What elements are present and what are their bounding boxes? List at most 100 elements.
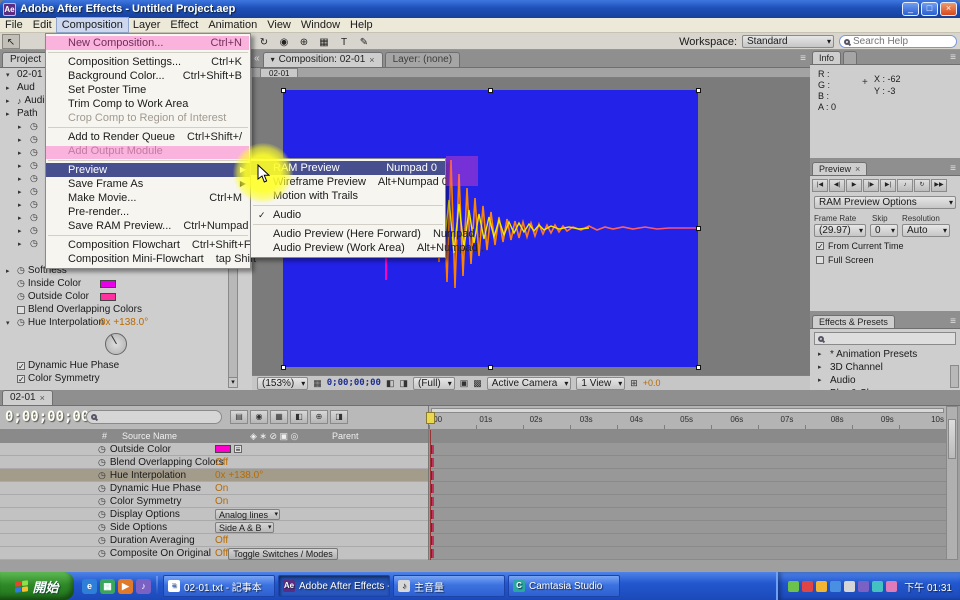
submenu-item-ram-preview[interactable]: RAM PreviewNumpad 0 [251, 161, 445, 175]
stopwatch-icon[interactable]: ◷ [98, 535, 106, 546]
motion-blur-icon[interactable]: ◧ [290, 410, 308, 424]
pen-tool-icon[interactable]: ✎ [355, 34, 373, 49]
menu-composition[interactable]: Composition [57, 18, 128, 32]
next-frame-button[interactable]: |▶ [863, 179, 879, 192]
property-row-blend-overlap[interactable]: ◷ Blend Overlapping Colors Off [0, 456, 428, 469]
stopwatch-icon[interactable]: ◷ [98, 509, 106, 520]
first-frame-button[interactable]: |◀ [812, 179, 828, 192]
property-color-symmetry[interactable]: ✓ Color Symmetry [0, 372, 238, 385]
menu-view[interactable]: View [262, 18, 296, 32]
stopwatch-icon[interactable]: ◷ [17, 265, 25, 276]
minimize-button[interactable]: _ [902, 2, 919, 16]
workspace-dropdown[interactable]: Standard [742, 35, 834, 48]
keyframe-marker[interactable] [431, 497, 434, 506]
graph-editor-icon[interactable]: ◨ [330, 410, 348, 424]
property-row-duration-averaging[interactable]: ◷ Duration Averaging Off [0, 534, 428, 547]
prev-frame-button[interactable]: ◀| [829, 179, 845, 192]
keyframe-marker[interactable] [431, 523, 434, 532]
keyframe-marker[interactable] [431, 484, 434, 493]
show-snapshot-icon[interactable]: ◨ [399, 378, 408, 389]
camera-dropdown[interactable]: Active Camera [487, 377, 572, 390]
viewer-minitab[interactable]: 02-01 [260, 68, 298, 77]
submenu-item-motion-with-trails[interactable]: Motion with Trails [251, 189, 445, 203]
stopwatch-icon[interactable]: ◷ [98, 470, 106, 481]
stopwatch-icon[interactable]: ◷ [98, 496, 106, 507]
menu-animation[interactable]: Animation [203, 18, 262, 32]
tab-menu-icon[interactable]: ▾ [271, 53, 275, 67]
skip-dropdown[interactable]: 0 [870, 224, 898, 237]
from-current-time-row[interactable]: ✓ From Current Time [810, 237, 960, 251]
restore-button[interactable]: □ [921, 2, 938, 16]
current-time-display[interactable]: 0;00;00;00 [5, 409, 89, 425]
property-row-outside-color[interactable]: ◷ Outside Color ≡ [0, 443, 428, 456]
menu-item-trim-comp[interactable]: Trim Comp to Work Area [46, 97, 250, 111]
menu-item-make-movie[interactable]: Make Movie...Ctrl+M [46, 191, 250, 205]
panel-menu-icon[interactable]: ≡ [950, 163, 956, 174]
magnification-dropdown[interactable]: (153%) [257, 377, 308, 390]
timeline-tracks[interactable] [428, 443, 946, 560]
help-search-input[interactable] [853, 36, 943, 47]
display-options-dropdown[interactable]: Analog lines [215, 509, 280, 520]
help-search[interactable] [839, 35, 957, 48]
scroll-down-icon[interactable]: ▾ [229, 377, 237, 387]
keyframe-marker[interactable] [431, 536, 434, 545]
stopwatch-icon[interactable]: ◷ [98, 457, 106, 468]
menu-help[interactable]: Help [345, 18, 378, 32]
blend-checkbox[interactable] [17, 306, 25, 314]
menu-item-new-composition[interactable]: New Composition...Ctrl+N [46, 36, 250, 50]
tray-icon-purple[interactable] [858, 581, 869, 592]
task-notepad[interactable]: ≡ 02-01.txt - 記事本 [163, 575, 275, 597]
property-row-side-options[interactable]: ◷ Side Options Side A & B [0, 521, 428, 534]
audio-button[interactable]: ♪ [897, 179, 913, 192]
tab-effects-presets[interactable]: Effects & Presets [812, 315, 895, 328]
pixel-aspect-icon[interactable]: ⊞ [630, 378, 638, 389]
tray-icon-pink[interactable] [886, 581, 897, 592]
menu-effect[interactable]: Effect [165, 18, 203, 32]
tab-info[interactable]: Info [812, 51, 841, 64]
media-player-icon[interactable]: ▶ [118, 579, 133, 594]
effects-search[interactable] [814, 332, 956, 345]
timeline-scrollbar[interactable] [946, 406, 958, 560]
stopwatch-icon[interactable]: ◷ [98, 444, 106, 455]
ram-preview-options-dropdown[interactable]: RAM Preview Options [814, 196, 956, 209]
hue-value[interactable]: 0x +138.0° [100, 317, 148, 328]
stopwatch-icon[interactable]: ◷ [98, 548, 106, 559]
frame-blend-icon[interactable]: ▦ [270, 410, 288, 424]
side-options-dropdown[interactable]: Side A & B [215, 522, 274, 533]
tray-icon-yellow[interactable] [816, 581, 827, 592]
tray-icon-blue[interactable] [830, 581, 841, 592]
property-dynamic-hue[interactable]: ✓ Dynamic Hue Phase [0, 359, 238, 372]
task-after-effects[interactable]: Ae Adobe After Effects -... [278, 575, 390, 597]
tray-icon-volume[interactable] [844, 581, 855, 592]
property-row-composite-original[interactable]: ◷ Composite On Original Off [0, 547, 428, 560]
menu-item-save-ram-preview[interactable]: Save RAM Preview...Ctrl+Numpad 0 [46, 219, 250, 233]
tab-preview[interactable]: Preview × [812, 162, 867, 175]
layer-handle[interactable] [281, 88, 286, 93]
rotate-tool-icon[interactable]: ↻ [255, 34, 273, 49]
menu-item-composition-settings[interactable]: Composition Settings...Ctrl+K [46, 55, 250, 69]
start-button[interactable]: 開始 [0, 572, 74, 600]
type-tool-icon[interactable]: T [335, 34, 353, 49]
time-ruler[interactable]: :00 01s 02s 03s 04s 05s 06s 07s 08s 09s … [428, 406, 946, 430]
timeline-search[interactable] [86, 410, 222, 424]
panel-menu-icon[interactable]: ≡ [950, 316, 956, 327]
keyframe-marker[interactable] [431, 445, 434, 454]
menu-item-composition-flowchart[interactable]: Composition FlowchartCtrl+Shift+F11 [46, 238, 250, 252]
tray-icon-teal[interactable] [872, 581, 883, 592]
panel-chevron-icon[interactable]: « [254, 53, 260, 64]
stopwatch-icon[interactable]: ◷ [98, 483, 106, 494]
fx-category-3d-channel[interactable]: ▸3D Channel [810, 361, 960, 374]
layer-handle[interactable] [696, 365, 701, 370]
keyframe-marker[interactable] [431, 458, 434, 467]
menu-item-save-frame-as[interactable]: Save Frame As▶ [46, 177, 250, 191]
keyframe-marker[interactable] [431, 471, 434, 480]
stopwatch-icon[interactable]: ◷ [17, 291, 25, 302]
property-row-hue-interpolation[interactable]: ◷ Hue Interpolation 0x +138.0° [0, 469, 428, 482]
frame-rate-dropdown[interactable]: (29.97) [814, 224, 866, 237]
tab-close-icon[interactable]: × [369, 53, 374, 67]
menu-edit[interactable]: Edit [28, 18, 57, 32]
exposure-value[interactable]: +0.0 [643, 378, 661, 388]
transparency-grid-icon[interactable]: ▩ [473, 378, 482, 389]
keyframe-marker[interactable] [431, 549, 434, 558]
tab-close-icon[interactable]: × [40, 391, 45, 405]
